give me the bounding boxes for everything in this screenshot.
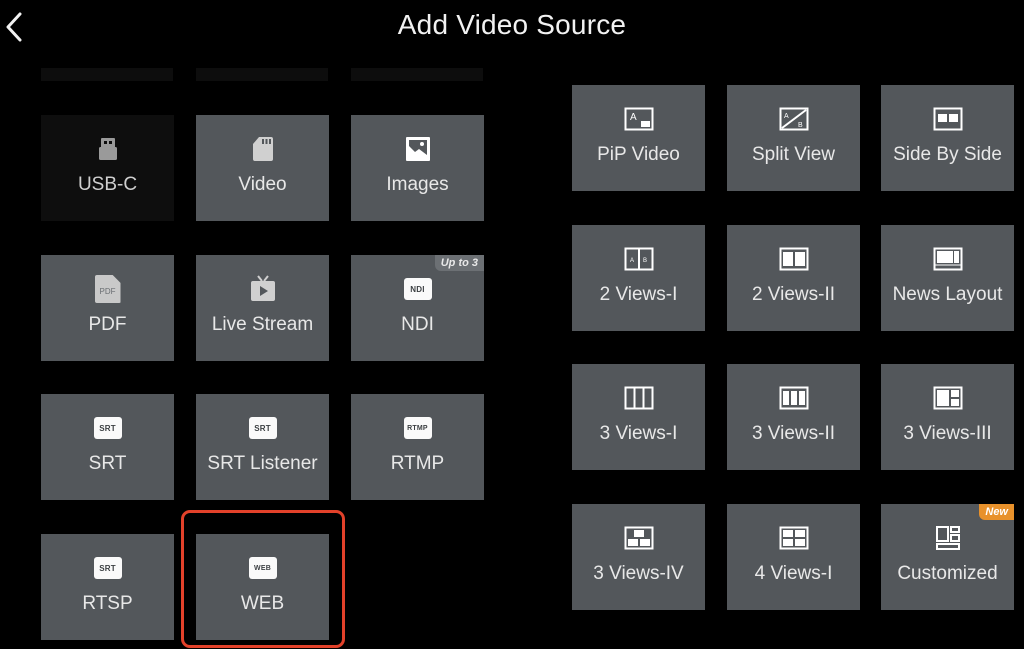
source-tile-usb-c[interactable]: USB-C: [41, 115, 174, 221]
source-tile-srt[interactable]: SRT SRT: [41, 394, 174, 500]
two-views-1-layout-icon: AB: [572, 245, 705, 273]
svg-text:A: A: [784, 113, 789, 120]
split-view-layout-icon: AB: [727, 105, 860, 133]
source-label: SRT: [88, 453, 127, 474]
new-badge: New: [979, 504, 1014, 520]
four-views-layout-icon: [727, 524, 860, 552]
layout-tile-customized[interactable]: New Customized: [881, 504, 1014, 610]
source-tile-web[interactable]: WEB WEB: [196, 534, 329, 640]
layout-label: Split View: [751, 144, 836, 165]
layout-label: 2 Views-I: [599, 284, 678, 305]
image-icon: [351, 135, 484, 163]
source-label: Video: [238, 174, 287, 195]
layout-label: Side By Side: [893, 144, 1002, 165]
source-label: Live Stream: [211, 314, 314, 335]
cut-off-tile: [41, 68, 173, 81]
web-icon: WEB: [248, 557, 277, 579]
svg-text:B: B: [643, 258, 647, 264]
pdf-file-icon: PDF: [41, 275, 174, 303]
source-tile-ndi[interactable]: Up to 3 NDI NDI: [351, 255, 484, 361]
source-label: RTSP: [82, 593, 133, 614]
layout-label: 2 Views-II: [751, 284, 836, 305]
two-views-2-layout-icon: [727, 245, 860, 273]
layout-tile-3-views-1[interactable]: 3 Views-I: [572, 364, 705, 470]
source-label: NDI: [401, 314, 434, 335]
layout-label: Customized: [897, 563, 998, 584]
three-views-3-layout-icon: [881, 384, 1014, 412]
layout-tile-side-by-side[interactable]: Side By Side: [881, 85, 1014, 191]
srt-icon: SRT: [93, 417, 122, 439]
layout-tile-3-views-2[interactable]: 3 Views-II: [727, 364, 860, 470]
layout-tile-split-view[interactable]: AB Split View: [727, 85, 860, 191]
layout-tile-pip-video[interactable]: A PiP Video: [572, 85, 705, 191]
tv-play-icon: [196, 275, 329, 303]
cut-off-tile: [351, 68, 483, 81]
layout-tile-2-views-2[interactable]: 2 Views-II: [727, 225, 860, 331]
svg-text:A: A: [630, 258, 634, 264]
customized-layout-icon: [881, 524, 1014, 552]
svg-text:B: B: [798, 122, 803, 129]
source-label: USB-C: [77, 174, 138, 195]
layout-tile-3-views-4[interactable]: 3 Views-IV: [572, 504, 705, 610]
usb-icon: [41, 135, 174, 163]
source-tile-rtsp[interactable]: SRT RTSP: [41, 534, 174, 640]
source-tile-rtmp[interactable]: RTMP RTMP: [351, 394, 484, 500]
layout-label: 4 Views-I: [754, 563, 833, 584]
layout-tile-2-views-1[interactable]: AB 2 Views-I: [572, 225, 705, 331]
srt-icon: SRT: [93, 557, 122, 579]
source-label: PDF: [88, 314, 127, 335]
layout-label: 3 Views-IV: [593, 563, 684, 584]
source-label: Images: [386, 174, 449, 195]
layout-tile-3-views-3[interactable]: 3 Views-III: [881, 364, 1014, 470]
layout-label: 3 Views-II: [751, 423, 836, 444]
layout-label: News Layout: [892, 284, 1003, 305]
layout-label: 3 Views-I: [599, 423, 678, 444]
layout-label: PiP Video: [597, 144, 680, 165]
up-to-3-badge: Up to 3: [434, 255, 484, 271]
svg-text:A: A: [630, 112, 637, 123]
source-label: RTMP: [390, 453, 445, 474]
source-label: SRT Listener: [207, 453, 318, 474]
three-views-4-layout-icon: [572, 524, 705, 552]
page-title: Add Video Source: [397, 9, 627, 40]
layout-tile-4-views-1[interactable]: 4 Views-I: [727, 504, 860, 610]
source-tile-images[interactable]: Images: [351, 115, 484, 221]
ndi-icon: NDI: [403, 278, 432, 300]
sd-card-icon: [196, 135, 329, 163]
cut-off-tile: [196, 68, 328, 81]
news-layout-icon: [881, 245, 1014, 273]
source-tile-live-stream[interactable]: Live Stream: [196, 255, 329, 361]
source-tile-srt-listener[interactable]: SRT SRT Listener: [196, 394, 329, 500]
source-label: WEB: [240, 593, 285, 614]
srt-icon: SRT: [248, 417, 277, 439]
layout-tile-news-layout[interactable]: News Layout: [881, 225, 1014, 331]
rtmp-icon: RTMP: [403, 417, 432, 439]
pip-layout-icon: A: [572, 105, 705, 133]
layout-label: 3 Views-III: [903, 423, 992, 444]
source-tile-pdf[interactable]: PDF PDF: [41, 255, 174, 361]
three-views-2-layout-icon: [727, 384, 860, 412]
three-views-1-layout-icon: [572, 384, 705, 412]
side-by-side-layout-icon: [881, 105, 1014, 133]
source-tile-video[interactable]: Video: [196, 115, 329, 221]
